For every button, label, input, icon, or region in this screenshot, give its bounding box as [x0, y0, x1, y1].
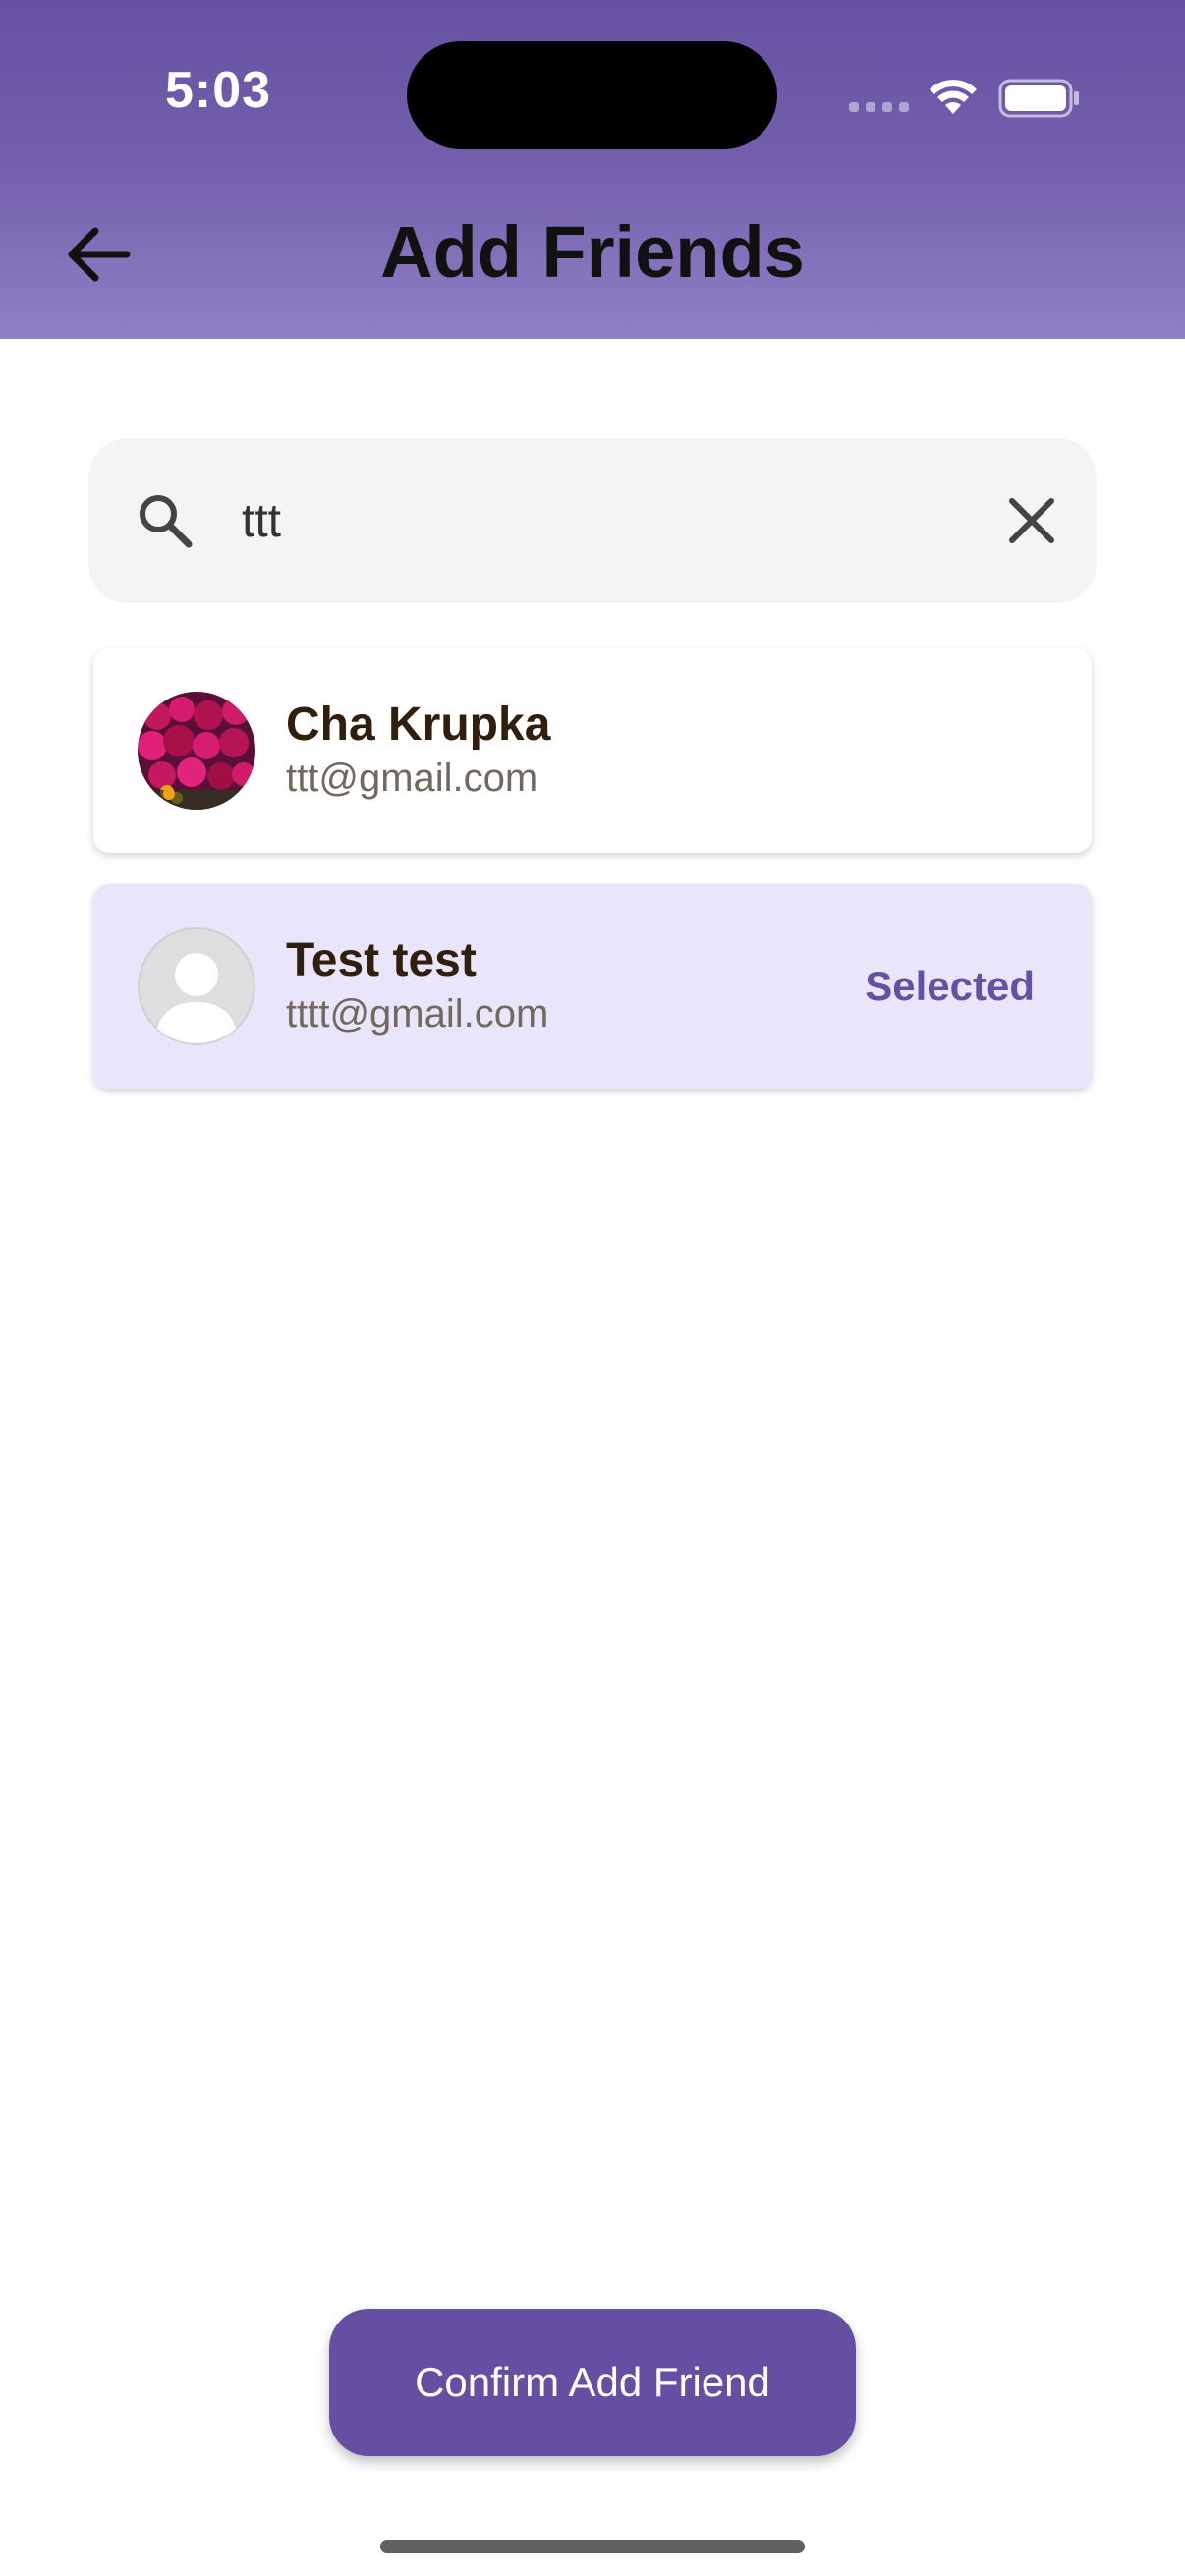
search-bar — [88, 438, 1097, 603]
friend-name: Test test — [286, 934, 477, 986]
selected-badge: Selected — [865, 963, 1035, 1009]
app-header: 5:03 Add Friends — [0, 0, 1185, 339]
battery-icon — [998, 79, 1079, 118]
search-input[interactable] — [242, 479, 930, 562]
friend-result-row[interactable]: Cha Krupka ttt@gmail.com — [93, 648, 1092, 853]
default-user-avatar — [138, 927, 255, 1045]
home-indicator — [380, 2540, 805, 2553]
dynamic-island — [407, 41, 777, 149]
close-icon[interactable] — [994, 483, 1069, 558]
friend-name: Cha Krupka — [286, 699, 551, 751]
cellular-signal-icon — [849, 102, 909, 112]
page-title: Add Friends — [380, 211, 805, 293]
add-friends-screen: 5:03 Add Friends ttt Cha Krupka ttt@gmai… — [0, 0, 1185, 2576]
friend-email: ttt@gmail.com — [286, 756, 538, 800]
friend-result-row-selected[interactable]: Test test tttt@gmail.com Selected — [93, 884, 1092, 1089]
friend-email: tttt@gmail.com — [286, 992, 549, 1036]
status-time: 5:03 — [165, 62, 272, 119]
wifi-icon — [930, 80, 977, 114]
confirm-add-friend-button[interactable]: Confirm Add Friend — [329, 2309, 856, 2456]
photo-avatar — [138, 692, 255, 810]
search-icon — [140, 495, 193, 548]
